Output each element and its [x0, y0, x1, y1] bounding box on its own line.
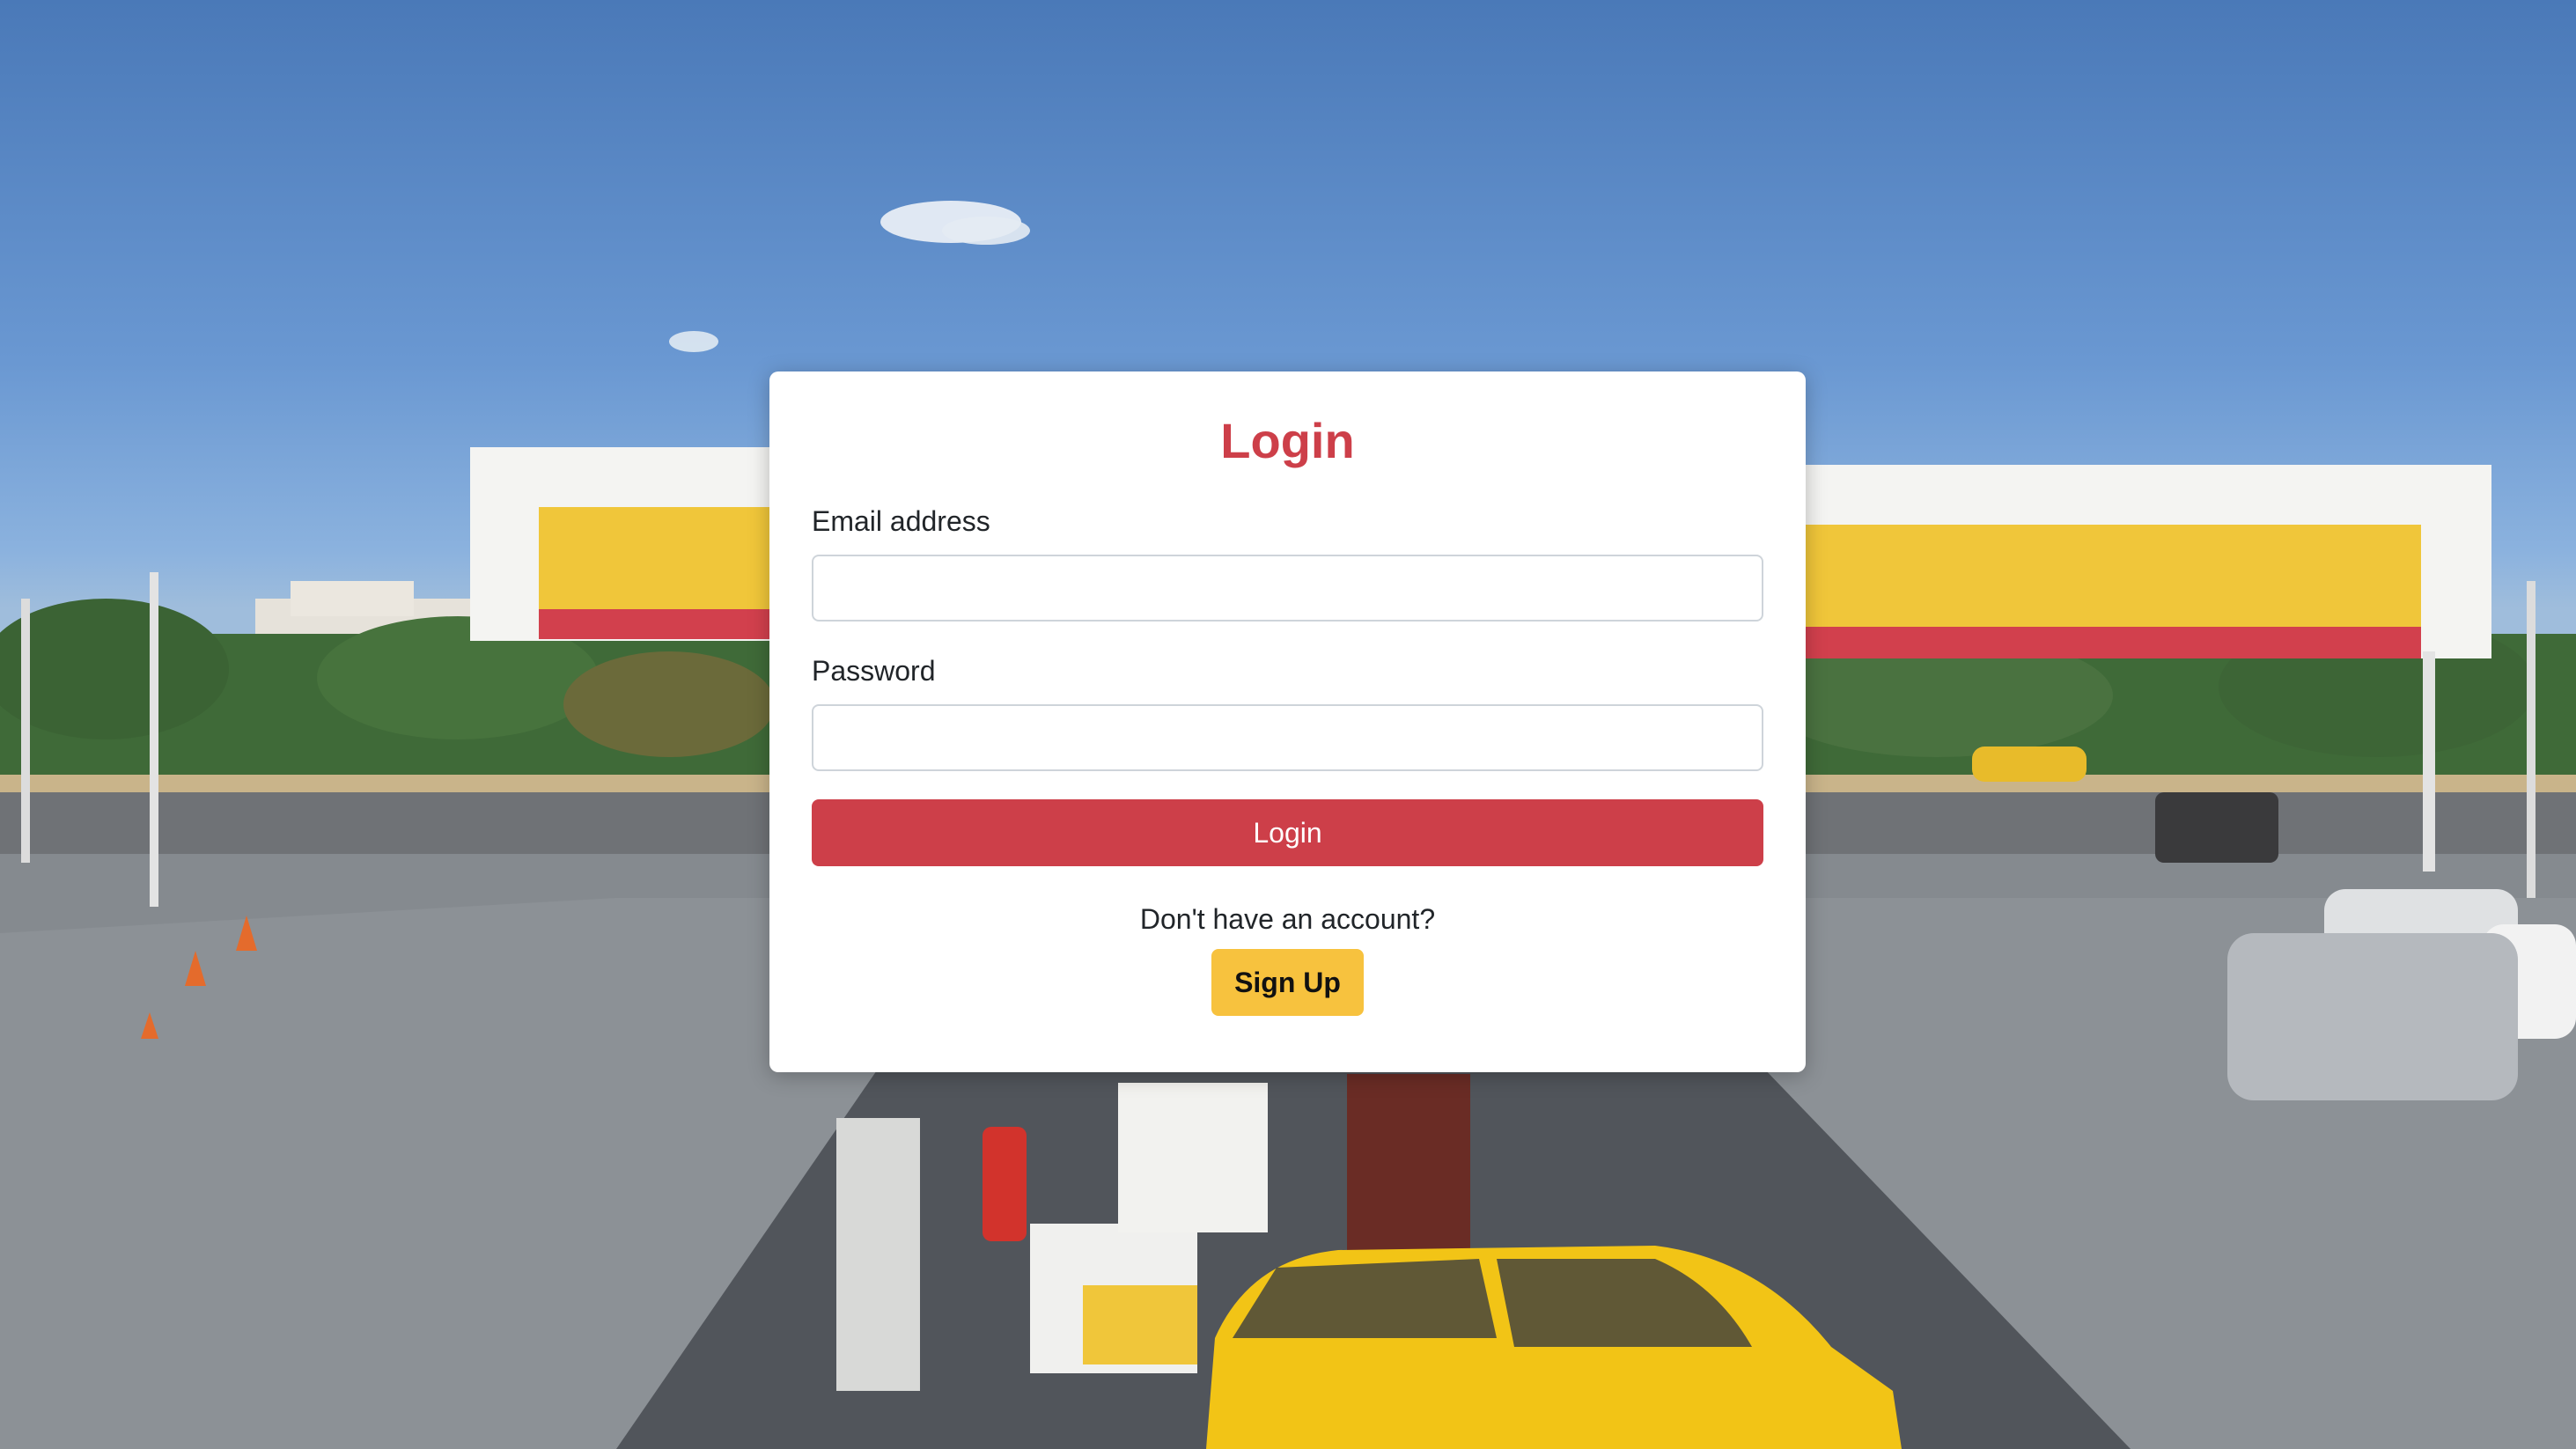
- login-button[interactable]: Login: [812, 799, 1763, 866]
- page-title: Login: [1220, 413, 1355, 468]
- password-field[interactable]: [812, 704, 1763, 771]
- signup-wrap: Sign Up: [812, 949, 1763, 1016]
- email-field[interactable]: [812, 555, 1763, 622]
- password-label: Password: [812, 655, 936, 687]
- signup-button[interactable]: Sign Up: [1211, 949, 1364, 1016]
- email-label: Email address: [812, 505, 990, 537]
- signup-prompt: Don't have an account?: [1139, 903, 1436, 935]
- login-card: Login Email address Password Login Don't…: [769, 371, 1806, 1072]
